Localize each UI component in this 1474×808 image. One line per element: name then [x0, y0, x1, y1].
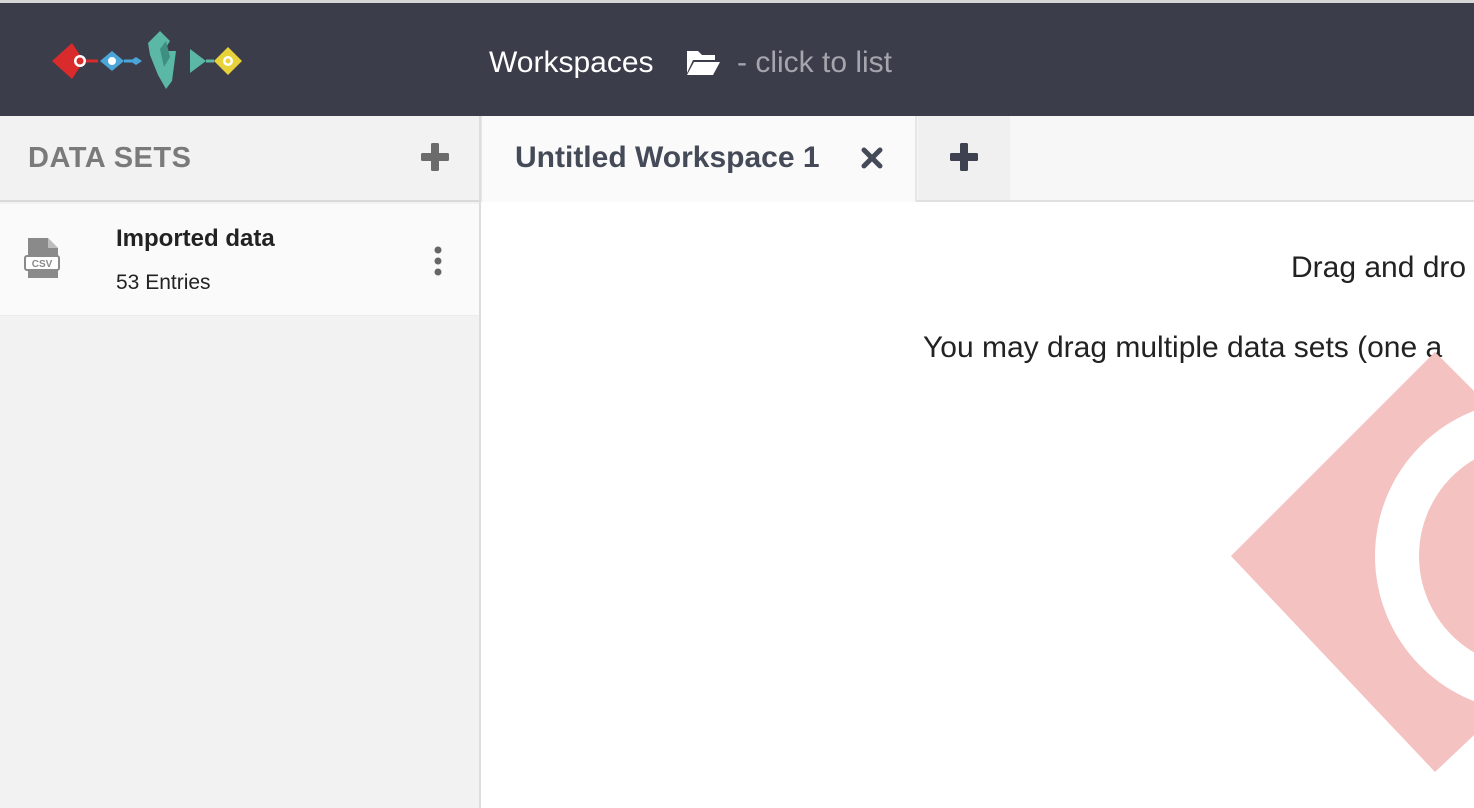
app-root: Workspaces - click to list DATA SETS CSV…	[0, 0, 1474, 808]
tab-label[interactable]: Untitled Workspace 1	[515, 138, 820, 178]
svg-text:CSV: CSV	[32, 259, 53, 270]
codap-watermark-icon	[1231, 352, 1474, 772]
dataset-entry-count: 53 Entries	[116, 271, 211, 294]
drop-instruction: Drag and dro	[1291, 251, 1467, 284]
workspace-drop-area[interactable]: Drag and dro You may drag multiple data …	[481, 202, 1474, 808]
folder-open-icon[interactable]	[685, 47, 721, 77]
tab-untitled-workspace-1[interactable]: Untitled Workspace 1	[481, 116, 917, 202]
codap-logo-icon	[52, 31, 242, 89]
plus-icon	[950, 143, 978, 171]
app-header: Workspaces - click to list	[0, 0, 1474, 116]
add-tab-button[interactable]	[918, 116, 1010, 200]
add-dataset-plus-icon[interactable]	[418, 140, 452, 174]
dataset-item[interactable]: CSV Imported data 53 Entries	[0, 204, 479, 316]
workspace-tabbar: Untitled Workspace 1	[481, 116, 1474, 202]
kebab-menu-icon[interactable]	[426, 244, 450, 278]
sidebar-header: DATA SETS	[0, 116, 479, 202]
close-icon[interactable]	[860, 146, 884, 170]
workspaces-hint[interactable]: - click to list	[737, 43, 892, 83]
sidebar-title: DATA SETS	[28, 142, 192, 174]
dataset-name[interactable]: Imported data	[116, 222, 275, 256]
datasets-sidebar: DATA SETS CSV Imported data 53 Entries	[0, 116, 481, 808]
csv-file-icon: CSV	[24, 238, 60, 278]
workspaces-title[interactable]: Workspaces	[489, 43, 654, 83]
